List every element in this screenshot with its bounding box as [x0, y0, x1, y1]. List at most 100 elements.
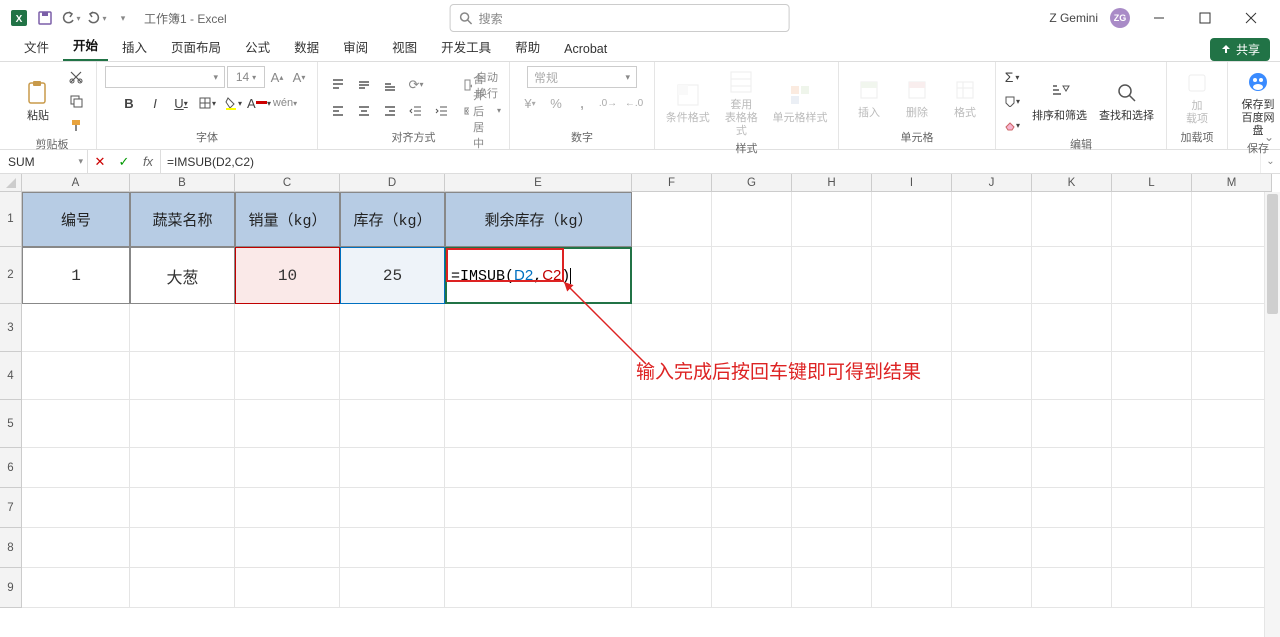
cell-H7[interactable] [792, 488, 872, 528]
increase-indent-icon[interactable] [430, 100, 454, 122]
comma-format-icon[interactable]: , [570, 92, 594, 114]
italic-button[interactable]: I [143, 92, 167, 114]
share-button[interactable]: 共享 [1210, 38, 1270, 61]
cell-K5[interactable] [1032, 400, 1112, 448]
cell-G9[interactable] [712, 568, 792, 608]
tab-insert[interactable]: 插入 [112, 33, 157, 61]
cell-J6[interactable] [952, 448, 1032, 488]
cell-H8[interactable] [792, 528, 872, 568]
column-header-C[interactable]: C [235, 174, 340, 192]
accounting-format-icon[interactable]: ¥▾ [518, 92, 542, 114]
paste-button[interactable]: 粘贴 [16, 77, 60, 125]
save-baidu-button[interactable]: 保存到 百度网盘 [1236, 66, 1280, 140]
tab-data[interactable]: 数据 [284, 33, 329, 61]
cell-B9[interactable] [130, 568, 235, 608]
cell-D8[interactable] [340, 528, 445, 568]
cell-H9[interactable] [792, 568, 872, 608]
copy-button[interactable] [64, 90, 88, 112]
column-header-B[interactable]: B [130, 174, 235, 192]
cell-B4[interactable] [130, 352, 235, 400]
minimize-button[interactable] [1142, 4, 1176, 32]
fill-button[interactable]: ▾ [1004, 90, 1020, 112]
number-format-select[interactable]: 常规▾ [527, 66, 637, 88]
align-top-icon[interactable] [326, 74, 350, 96]
cell-K2[interactable] [1032, 247, 1112, 304]
align-middle-icon[interactable] [352, 74, 376, 96]
qat-customize[interactable]: ▾ [112, 7, 134, 29]
cell-G7[interactable] [712, 488, 792, 528]
user-name[interactable]: Z Gemini [1049, 11, 1098, 25]
cell-G6[interactable] [712, 448, 792, 488]
save-icon[interactable] [34, 7, 56, 29]
tab-home[interactable]: 开始 [63, 31, 108, 61]
column-header-D[interactable]: D [340, 174, 445, 192]
cell-B7[interactable] [130, 488, 235, 528]
cell-D6[interactable] [340, 448, 445, 488]
cell-K8[interactable] [1032, 528, 1112, 568]
cell-E6[interactable] [445, 448, 632, 488]
percent-format-icon[interactable]: % [544, 92, 568, 114]
column-header-A[interactable]: A [22, 174, 130, 192]
merge-center-button[interactable]: 合并后居中▾ [464, 100, 501, 122]
increase-decimal-icon[interactable]: .0→ [596, 92, 620, 114]
header-cell-C1[interactable]: 销量（kg） [235, 192, 340, 247]
column-header-J[interactable]: J [952, 174, 1032, 192]
column-header-I[interactable]: I [872, 174, 952, 192]
bold-button[interactable]: B [117, 92, 141, 114]
tab-file[interactable]: 文件 [14, 33, 59, 61]
cell-L9[interactable] [1112, 568, 1192, 608]
align-center-icon[interactable] [352, 100, 376, 122]
cell-F6[interactable] [632, 448, 712, 488]
cell-E4[interactable] [445, 352, 632, 400]
cell-F2[interactable] [632, 247, 712, 304]
cell-E8[interactable] [445, 528, 632, 568]
cell-I2[interactable] [872, 247, 952, 304]
enter-button[interactable]: ✓ [112, 154, 136, 170]
cell-styles-button[interactable]: 单元格样式 [770, 79, 830, 127]
cell-C7[interactable] [235, 488, 340, 528]
sort-filter-button[interactable]: 排序和筛选 [1028, 77, 1091, 125]
find-select-button[interactable]: 查找和选择 [1095, 77, 1158, 125]
cell-M2[interactable] [1192, 247, 1272, 304]
cell-B5[interactable] [130, 400, 235, 448]
cell-D5[interactable] [340, 400, 445, 448]
cell-D3[interactable] [340, 304, 445, 352]
cell-J2[interactable] [952, 247, 1032, 304]
tab-view[interactable]: 视图 [382, 33, 427, 61]
cell-L8[interactable] [1112, 528, 1192, 568]
cell-A7[interactable] [22, 488, 130, 528]
addins-button[interactable]: 加 载项 [1175, 67, 1219, 128]
row-header-2[interactable]: 2 [0, 247, 22, 304]
cell-L6[interactable] [1112, 448, 1192, 488]
cell-B8[interactable] [130, 528, 235, 568]
cell-H5[interactable] [792, 400, 872, 448]
cell-C9[interactable] [235, 568, 340, 608]
decrease-font-icon[interactable]: A▾ [289, 68, 309, 86]
tab-dev[interactable]: 开发工具 [431, 33, 501, 61]
column-header-L[interactable]: L [1112, 174, 1192, 192]
tab-acrobat[interactable]: Acrobat [554, 38, 617, 61]
font-color-button[interactable]: A▾ [247, 92, 271, 114]
cell-A6[interactable] [22, 448, 130, 488]
format-cells-button[interactable]: 格式 [943, 74, 987, 122]
cell-G3[interactable] [712, 304, 792, 352]
cell-L7[interactable] [1112, 488, 1192, 528]
cell-C3[interactable] [235, 304, 340, 352]
tab-layout[interactable]: 页面布局 [161, 33, 231, 61]
cell-A5[interactable] [22, 400, 130, 448]
cell-I5[interactable] [872, 400, 952, 448]
cell-F7[interactable] [632, 488, 712, 528]
search-box[interactable]: 搜索 [450, 4, 790, 32]
row-header-4[interactable]: 4 [0, 352, 22, 400]
cell-I7[interactable] [872, 488, 952, 528]
header-cell-A1[interactable]: 编号 [22, 192, 130, 247]
cell-I9[interactable] [872, 568, 952, 608]
cell-J7[interactable] [952, 488, 1032, 528]
decrease-decimal-icon[interactable]: ←.0 [622, 92, 646, 114]
cell-E5[interactable] [445, 400, 632, 448]
cell-J9[interactable] [952, 568, 1032, 608]
cell-E9[interactable] [445, 568, 632, 608]
cell-M9[interactable] [1192, 568, 1272, 608]
cell-L5[interactable] [1112, 400, 1192, 448]
cell-E2-editing[interactable]: =IMSUB(D2,C2) [445, 247, 632, 304]
